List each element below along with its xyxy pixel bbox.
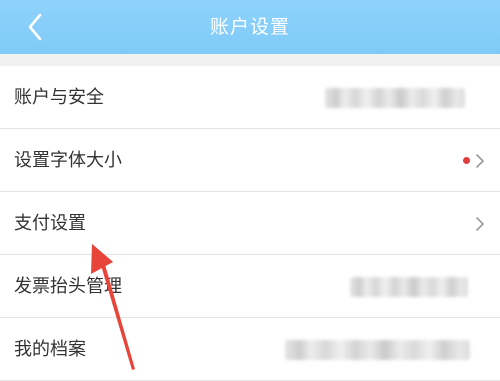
settings-item-my-profile[interactable]: 我的档案	[0, 318, 500, 381]
settings-item-invoice-header[interactable]: 发票抬头管理	[0, 255, 500, 318]
section-gap	[0, 54, 500, 66]
settings-item-account-security[interactable]: 账户与安全	[0, 66, 500, 129]
app-header: 账户设置	[0, 0, 500, 54]
settings-item-label: 账户与安全	[14, 87, 104, 108]
settings-item-label: 发票抬头管理	[14, 276, 122, 297]
chevron-right-icon	[476, 217, 484, 231]
blurred-value	[285, 340, 470, 360]
page-title: 账户设置	[209, 16, 290, 38]
blurred-value	[350, 277, 468, 297]
blurred-value	[325, 88, 465, 108]
settings-list: 账户与安全 设置字体大小 支付设置 发票抬头管理 我的档案	[0, 66, 500, 381]
settings-item-font-size[interactable]: 设置字体大小	[0, 129, 500, 192]
settings-item-label: 设置字体大小	[14, 150, 122, 171]
settings-item-payment[interactable]: 支付设置	[0, 192, 500, 255]
notification-dot	[463, 157, 470, 164]
settings-item-label: 我的档案	[14, 339, 86, 360]
chevron-right-icon	[476, 154, 484, 168]
settings-item-label: 支付设置	[14, 213, 86, 234]
